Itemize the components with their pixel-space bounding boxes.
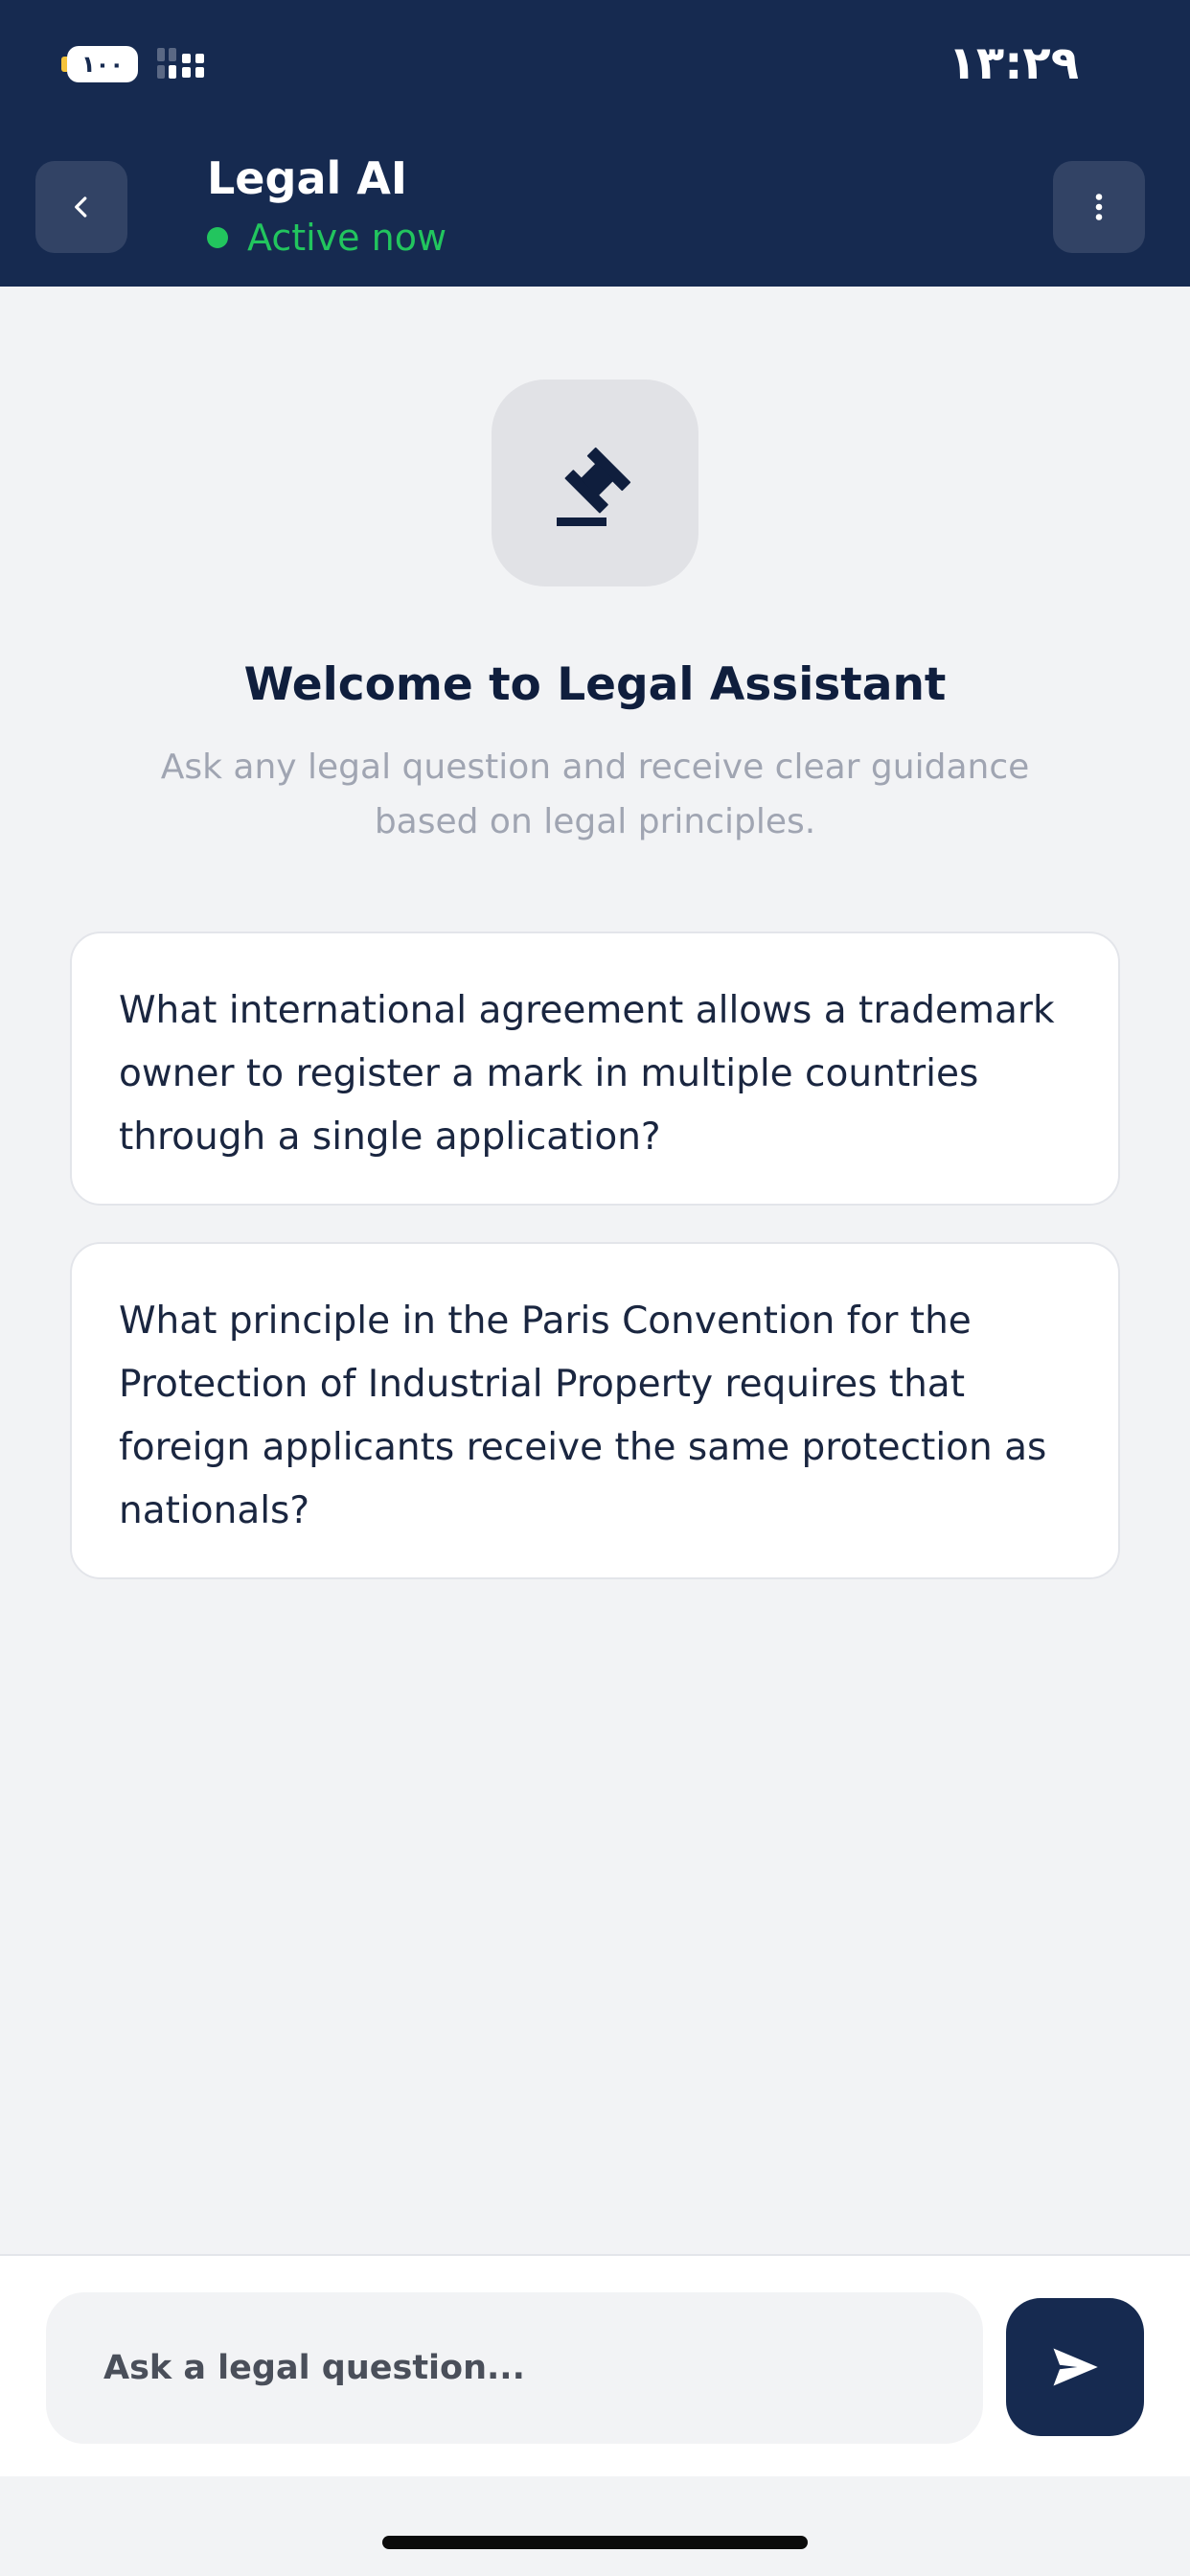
suggestion-card[interactable]: What principle in the Paris Convention f… [70, 1242, 1120, 1579]
welcome-subtitle: Ask any legal question and receive clear… [160, 748, 1030, 841]
presence-label: Active now [247, 217, 447, 259]
home-indicator[interactable] [382, 2536, 808, 2549]
more-options-button[interactable] [1053, 161, 1145, 253]
send-icon [1053, 2348, 1098, 2386]
back-button[interactable] [35, 161, 127, 253]
presence-status: Active now [207, 213, 446, 263]
gavel-icon [557, 447, 631, 526]
signal-icon [157, 48, 204, 79]
status-indicators: ۱۰۰ [61, 46, 215, 84]
online-dot-icon [207, 227, 228, 248]
status-time: ۱۳:۲۹ [948, 36, 1079, 90]
send-button[interactable] [1006, 2298, 1144, 2436]
chat-title: Legal AI [207, 152, 407, 204]
battery-icon: ۱۰۰ [67, 46, 138, 82]
suggestion-card[interactable]: What international agreement allows a tr… [70, 932, 1120, 1206]
assistant-logo [492, 380, 698, 586]
more-vertical-icon [1095, 194, 1103, 220]
chevron-left-icon [75, 196, 87, 218]
welcome-title: Welcome to Legal Assistant [243, 658, 947, 711]
chat-screen: ۱۰۰ ۱۳:۲۹ Legal AI Active now Welcome to… [0, 0, 1190, 2576]
app-header: ۱۰۰ ۱۳:۲۹ Legal AI Active now [0, 0, 1190, 287]
question-input[interactable] [46, 2292, 983, 2444]
message-composer [0, 2254, 1190, 2476]
